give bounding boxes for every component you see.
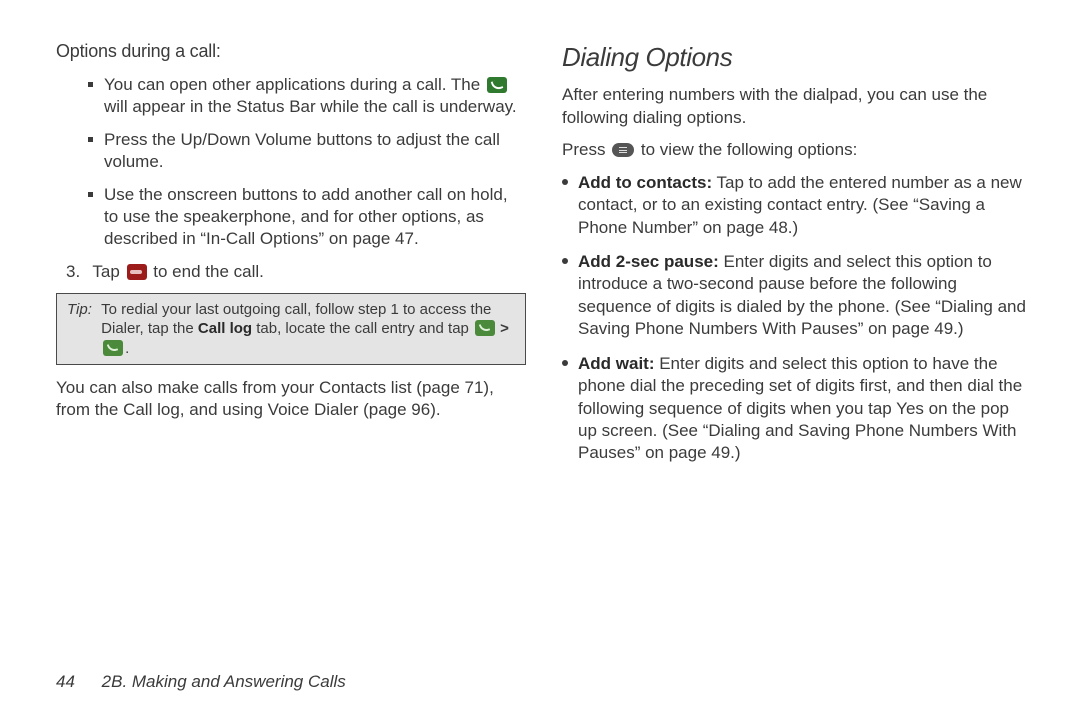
right-column: Dialing Options After entering numbers w… <box>562 40 1032 652</box>
list-item: Add to contacts: Tap to add the entered … <box>562 172 1032 239</box>
text: You can open other applications during a… <box>104 75 485 94</box>
option-title: Add to contacts: <box>578 173 712 192</box>
text: Press the Up/Down Volume buttons to adju… <box>104 130 500 171</box>
press-menu-line: Press to view the following options: <box>562 139 1032 161</box>
tip-body: To redial your last outgoing call, follo… <box>101 300 513 358</box>
call-log-label: Call log <box>198 320 252 337</box>
tip-box: Tip: To redial your last outgoing call, … <box>56 293 526 365</box>
dialing-options-intro: After entering numbers with the dialpad,… <box>562 84 1032 129</box>
option-title: Add 2-sec pause: <box>578 252 719 271</box>
text: to end the call. <box>149 262 264 281</box>
closing-paragraph: You can also make calls from your Contac… <box>56 377 526 422</box>
list-item: Press the Up/Down Volume buttons to adju… <box>88 129 526 174</box>
step-3: 3. Tap to end the call. <box>56 261 526 283</box>
text: Use the onscreen buttons to add another … <box>104 185 508 249</box>
chevron-right-icon: > <box>500 319 509 338</box>
page-footer: 44 2B. Making and Answering Calls <box>56 672 1032 692</box>
call-options-list: You can open other applications during a… <box>56 74 526 251</box>
menu-icon <box>612 143 634 157</box>
text: tab, locate the call entry and tap <box>252 320 473 337</box>
dial-icon <box>475 320 495 336</box>
options-during-call-heading: Options during a call: <box>56 40 526 64</box>
dial-icon <box>103 340 123 356</box>
end-call-icon <box>127 264 147 280</box>
list-item: Use the onscreen buttons to add another … <box>88 184 526 251</box>
text: . <box>125 340 129 357</box>
text: Press <box>562 140 610 159</box>
manual-page: Options during a call: You can open othe… <box>0 0 1080 720</box>
dialing-options-list: Add to contacts: Tap to add the entered … <box>562 172 1032 465</box>
list-item: You can open other applications during a… <box>88 74 526 119</box>
option-title: Add wait: <box>578 354 655 373</box>
two-column-layout: Options during a call: You can open othe… <box>56 40 1032 652</box>
list-item: Add 2-sec pause: Enter digits and select… <box>562 251 1032 341</box>
text: will appear in the Status Bar while the … <box>104 97 517 116</box>
left-column: Options during a call: You can open othe… <box>56 40 526 652</box>
text: Tap <box>92 262 124 281</box>
page-number: 44 <box>56 672 75 692</box>
section-title: 2B. Making and Answering Calls <box>102 672 346 691</box>
step-number: 3. <box>66 261 88 283</box>
phone-call-icon <box>487 77 507 93</box>
tip-label: Tip: <box>67 300 97 319</box>
dialing-options-heading: Dialing Options <box>562 40 1032 74</box>
text: to view the following options: <box>636 140 857 159</box>
list-item: Add wait: Enter digits and select this o… <box>562 353 1032 465</box>
